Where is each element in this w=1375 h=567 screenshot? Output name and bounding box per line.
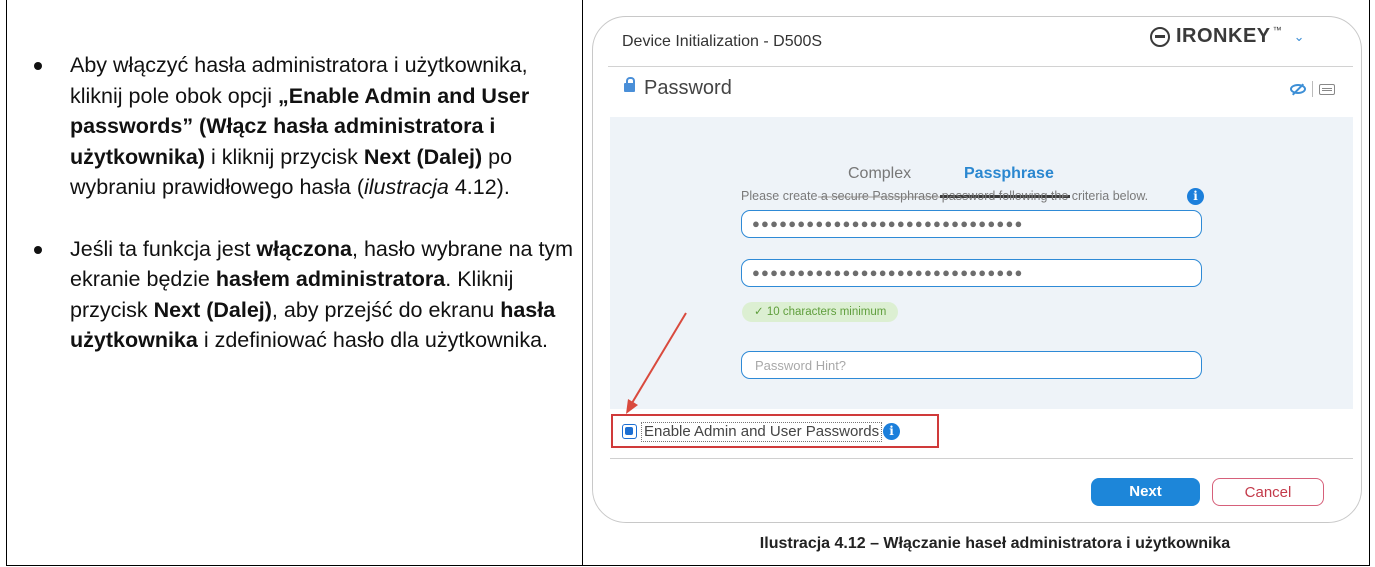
confirm-password-value: ●●●●●●●●●●●●●●●●●●●●●●●●●●●●●● [752, 265, 1024, 280]
instruction-item-admin: Jeśli ta funkcja jest włączona, hasło wy… [34, 234, 574, 356]
brand-trademark: ™ [1272, 24, 1282, 35]
password-hint-placeholder: Password Hint? [755, 358, 847, 373]
lock-icon [624, 77, 635, 92]
text-run: 4.12). [448, 175, 510, 199]
info-icon[interactable]: i [1187, 188, 1204, 205]
text-run: i zdefiniować hasło dla użytkownika. [197, 328, 548, 352]
chevron-down-icon[interactable]: ⌄ [1294, 29, 1305, 45]
text-run-bold: hasłem administratora [215, 267, 446, 291]
text-run: i kliknij przycisk [205, 144, 364, 169]
enable-admin-user-checkbox[interactable] [622, 424, 637, 439]
text-run: , aby przejść do ekranu [271, 297, 501, 322]
requirement-badge: ✓ 10 characters minimum [742, 302, 899, 322]
confirm-password-field[interactable]: ●●●●●●●●●●●●●●●●●●●●●●●●●●●●●● [741, 259, 1202, 287]
tab-complex[interactable]: Complex [848, 165, 911, 183]
ironkey-logo-icon [1150, 26, 1170, 47]
figure-caption: Ilustracja 4.12 – Włączanie haseł admini… [759, 535, 1231, 552]
page: Aby włączyć hasła administratora i użytk… [0, 0, 1375, 567]
tab-passphrase[interactable]: Passphrase [964, 165, 1054, 183]
section-title: Password [644, 77, 732, 99]
checkbox-label[interactable]: Enable Admin and User Passwords [641, 422, 883, 442]
instruction-list: Aby włączyć hasła administratora i użytk… [34, 50, 574, 356]
cancel-button[interactable]: Cancel [1212, 478, 1324, 506]
text-run-italic: ilustracja [364, 175, 449, 199]
next-button[interactable]: Next [1091, 478, 1200, 506]
column-divider [582, 0, 583, 566]
password-field[interactable]: ●●●●●●●●●●●●●●●●●●●●●●●●●●●●●● [741, 210, 1202, 238]
text-run-bold: Next (Dalej) [363, 144, 483, 169]
icon-separator [1312, 81, 1313, 97]
text-run: Jeśli ta funkcja jest [70, 236, 257, 261]
dialog-title: Device Initialization - D500S [622, 33, 823, 50]
brand-menu[interactable]: IRONKEY ™ ⌄ [1150, 25, 1305, 48]
brand-name: IRONKEY [1176, 25, 1271, 47]
instructions-column: Aby włączyć hasła administratora i użytk… [34, 50, 574, 356]
password-hint-field[interactable]: Password Hint? [741, 351, 1202, 379]
instruction-text: Please create a secure Passphrase passwo… [741, 189, 1149, 203]
info-icon[interactable]: i [883, 423, 900, 440]
text-run-bold: włączona [256, 236, 353, 261]
bullet-icon [34, 62, 42, 70]
hide-password-icon[interactable] [1290, 84, 1306, 94]
text-run-bold: Next (Dalej) [153, 297, 272, 322]
footer-divider [610, 458, 1353, 459]
password-value: ●●●●●●●●●●●●●●●●●●●●●●●●●●●●●● [752, 216, 1024, 231]
header-divider [608, 66, 1353, 67]
bullet-icon [34, 245, 42, 254]
instruction-item-enable: Aby włączyć hasła administratora i użytk… [34, 50, 574, 203]
keyboard-icon[interactable] [1319, 84, 1335, 95]
